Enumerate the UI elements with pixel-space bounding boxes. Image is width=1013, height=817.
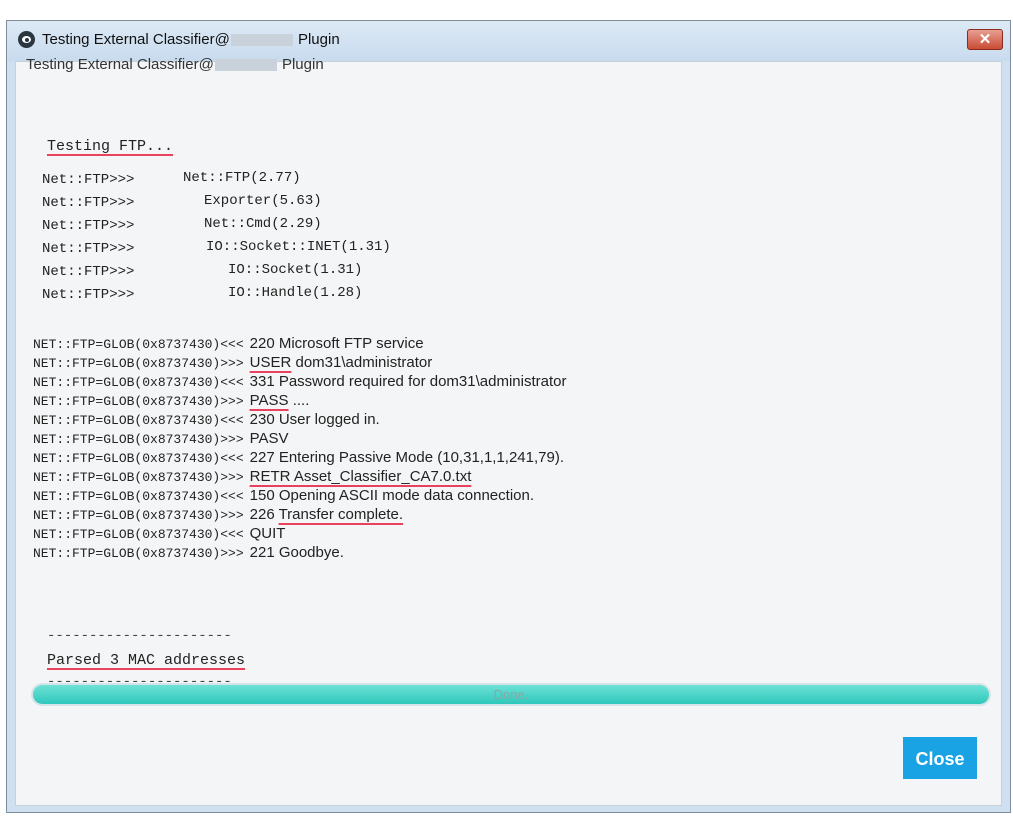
log-line-text: 331 Password required for dom31\administ… <box>249 373 567 390</box>
module-row-prefix: Net::FTP>>> <box>42 241 135 257</box>
module-name: IO::Handle(1.28) <box>228 285 363 301</box>
log-line-highlight: RETR Asset_Classifier_CA7.0.txt <box>249 468 472 485</box>
log-line-message: RETR Asset_Classifier_CA7.0.txt <box>250 468 472 485</box>
log-line-message: PASS .... <box>250 392 310 409</box>
log-line-prefix: NET::FTP=GLOB(0x8737430)<<< <box>33 489 244 504</box>
log-line: NET::FTP=GLOB(0x8737430)<<< 331 Password … <box>33 372 566 392</box>
module-name: Exporter(5.63) <box>204 193 322 209</box>
log-line-prefix: NET::FTP=GLOB(0x8737430)>>> <box>33 508 244 523</box>
log-line-message: 226 Transfer complete. <box>250 506 403 523</box>
window-title: Testing External Classifier@ Plugin <box>42 31 340 48</box>
parsed-mac-label: Parsed 3 MAC addresses <box>47 652 246 669</box>
close-button[interactable]: Close <box>903 737 977 779</box>
log-line-text: 221 Goodbye. <box>249 544 344 561</box>
dialog-header: Testing External Classifier@ Plugin <box>26 56 324 73</box>
log-line: NET::FTP=GLOB(0x8737430)>>> 226 Transfer … <box>33 505 403 525</box>
module-row-prefix: Net::FTP>>> <box>42 172 135 188</box>
log-line-message: PASV <box>250 430 289 447</box>
log-line-message: 230 User logged in. <box>250 411 380 428</box>
log-line-text: QUIT <box>249 525 286 542</box>
divider-top: ---------------------- <box>47 628 232 644</box>
app-eye-icon <box>18 31 35 48</box>
log-line-prefix: NET::FTP=GLOB(0x8737430)<<< <box>33 413 244 428</box>
log-line: NET::FTP=GLOB(0x8737430)>>> RETR Asset_Cl… <box>33 467 471 487</box>
log-line-prefix: NET::FTP=GLOB(0x8737430)<<< <box>33 527 244 542</box>
log-line-prefix: NET::FTP=GLOB(0x8737430)>>> <box>33 356 244 371</box>
redacted-ip <box>214 59 277 72</box>
log-line-text: 220 Microsoft FTP service <box>249 335 424 352</box>
log-line: NET::FTP=GLOB(0x8737430)<<< 220 Microsoft… <box>33 334 424 354</box>
testing-ftp-label: Testing FTP... <box>47 138 174 155</box>
log-line-prefix: NET::FTP=GLOB(0x8737430)<<< <box>33 375 244 390</box>
progress-label: Done. <box>493 687 529 702</box>
log-line-text: 226 <box>249 506 279 523</box>
module-name: Net::Cmd(2.29) <box>204 216 322 232</box>
log-line-text: PASV <box>249 430 289 447</box>
redacted-ip <box>230 34 293 47</box>
log-line: NET::FTP=GLOB(0x8737430)>>> PASS .... <box>33 391 309 411</box>
module-row-prefix: Net::FTP>>> <box>42 264 135 280</box>
log-line-message: 221 Goodbye. <box>250 544 344 561</box>
log-line-prefix: NET::FTP=GLOB(0x8737430)<<< <box>33 337 244 352</box>
log-line-text: 230 User logged in. <box>249 411 380 428</box>
log-line-message: 331 Password required for dom31\administ… <box>250 373 567 390</box>
log-line-highlight: USER <box>249 354 292 371</box>
log-line-message: USER dom31\administrator <box>250 354 433 371</box>
log-line: NET::FTP=GLOB(0x8737430)>>> 221 Goodbye. <box>33 543 344 563</box>
log-line-text: .... <box>288 392 310 409</box>
module-row-prefix: Net::FTP>>> <box>42 218 135 234</box>
log-line-text: 150 Opening ASCII mode data connection. <box>249 487 535 504</box>
log-line-prefix: NET::FTP=GLOB(0x8737430)>>> <box>33 546 244 561</box>
log-line-text: 227 Entering Passive Mode (10,31,1,1,241… <box>249 449 565 466</box>
module-row-prefix: Net::FTP>>> <box>42 195 135 211</box>
module-row-prefix: Net::FTP>>> <box>42 287 135 303</box>
module-name: IO::Socket::INET(1.31) <box>206 239 391 255</box>
log-line: NET::FTP=GLOB(0x8737430)<<< QUIT <box>33 524 285 544</box>
log-line-message: 227 Entering Passive Mode (10,31,1,1,241… <box>250 449 564 466</box>
module-name: Net::FTP(2.77) <box>183 170 301 186</box>
log-line-prefix: NET::FTP=GLOB(0x8737430)>>> <box>33 470 244 485</box>
log-line-prefix: NET::FTP=GLOB(0x8737430)>>> <box>33 432 244 447</box>
log-line: NET::FTP=GLOB(0x8737430)>>> USER dom31\ad… <box>33 353 432 373</box>
log-line-message: QUIT <box>250 525 286 542</box>
log-line-prefix: NET::FTP=GLOB(0x8737430)>>> <box>33 394 244 409</box>
log-line: NET::FTP=GLOB(0x8737430)<<< 230 User logg… <box>33 410 380 430</box>
log-line: NET::FTP=GLOB(0x8737430)>>> PASV <box>33 429 289 449</box>
log-line-message: 220 Microsoft FTP service <box>250 335 424 352</box>
log-line: NET::FTP=GLOB(0x8737430)<<< 150 Opening A… <box>33 486 534 506</box>
log-line-prefix: NET::FTP=GLOB(0x8737430)<<< <box>33 451 244 466</box>
progress-bar: Done. <box>31 683 991 706</box>
log-line-message: 150 Opening ASCII mode data connection. <box>250 487 534 504</box>
log-line-highlight: Transfer complete. <box>278 506 404 523</box>
log-line-text: dom31\administrator <box>291 354 433 371</box>
window-close-button[interactable]: ✕ <box>967 29 1003 50</box>
log-line-highlight: PASS <box>249 392 289 409</box>
module-name: IO::Socket(1.31) <box>228 262 363 278</box>
title-bar[interactable]: Testing External Classifier@ Plugin ✕ <box>7 21 1010 61</box>
log-line: NET::FTP=GLOB(0x8737430)<<< 227 Entering … <box>33 448 564 468</box>
